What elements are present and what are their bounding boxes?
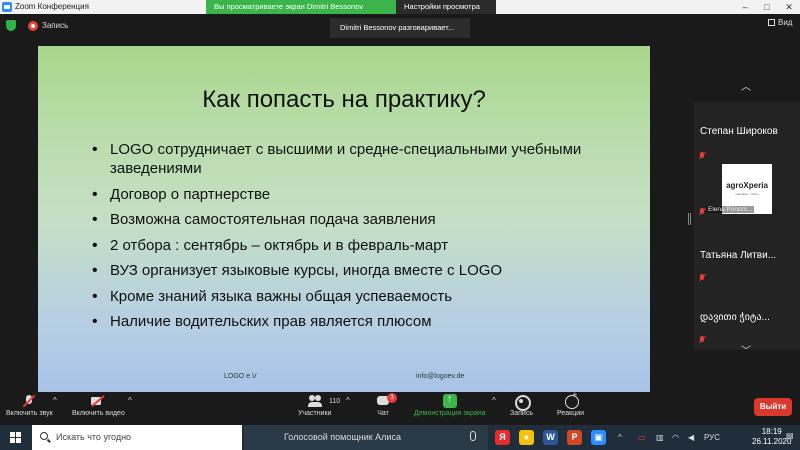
logo-text: agroXperia: [726, 181, 768, 190]
tray-overflow-caret[interactable]: ^: [618, 433, 622, 442]
zoom-taskbar-icon[interactable]: ▣: [591, 430, 606, 445]
chat-label: Чат: [377, 410, 389, 417]
view-label: Вид: [778, 18, 793, 27]
shield-icon[interactable]: [6, 20, 16, 31]
battery-icon[interactable]: ▭: [638, 433, 646, 442]
muted-mic-icon: [698, 274, 706, 282]
screen-share-banner: Вы просматриваете экран Dimitri Bessonov…: [206, 0, 496, 25]
yandex-browser-icon[interactable]: Я: [495, 430, 510, 445]
record-label: Запись: [510, 410, 533, 417]
participants-icon: [307, 394, 322, 408]
network-icon[interactable]: ▥: [656, 433, 664, 442]
participant-name: Elena Ponom...: [706, 206, 755, 213]
view-button[interactable]: Вид: [768, 18, 792, 27]
bullet-item: Договор о партнерстве: [92, 185, 616, 204]
start-video-label: Включить видео: [72, 410, 125, 417]
recording-label: Запись: [42, 21, 69, 30]
language-indicator[interactable]: РУС: [704, 433, 720, 442]
participants-label: Участники: [298, 410, 332, 417]
participants-panel: ︿ Степан Широков agroXperia education · f…: [694, 76, 800, 366]
participant-tile[interactable]: Татьяна Литви...: [694, 226, 800, 288]
share-options-caret[interactable]: ^: [492, 396, 496, 405]
muted-mic-icon: [698, 208, 706, 216]
panel-resize-handle[interactable]: [688, 213, 691, 225]
word-icon[interactable]: W: [543, 430, 558, 445]
microphone-icon[interactable]: [470, 431, 476, 441]
unmute-button[interactable]: Включить звук: [6, 394, 53, 417]
wifi-icon[interactable]: ◠: [672, 433, 679, 442]
share-status: Вы просматриваете экран Dimitri Bessonov: [206, 0, 396, 14]
search-placeholder: Искать что угодно: [56, 432, 132, 442]
leave-meeting-button[interactable]: Выйти: [754, 398, 792, 416]
slide-footer-email: info@logoev.de: [416, 373, 465, 380]
minimize-button[interactable]: –: [734, 0, 756, 14]
assistant-label: Голосовой помощник Алиса: [284, 432, 401, 442]
muted-mic-icon: [698, 336, 706, 344]
meeting-toolbar: Включить звук ^ Включить видео ^ Участни…: [0, 390, 800, 425]
bullet-item: Наличие водительских прав является плюсо…: [92, 312, 616, 331]
bullet-item: ВУЗ организует языковые курсы, иногда вм…: [92, 261, 616, 280]
share-screen-button[interactable]: Демонстрация экрана: [414, 393, 486, 417]
scroll-down-button[interactable]: ﹀: [736, 344, 756, 360]
grid-icon: [768, 19, 775, 26]
reactions-button[interactable]: Реакции: [557, 390, 585, 417]
participant-name: Степан Широков: [700, 126, 778, 137]
mic-muted-icon: [22, 394, 36, 408]
search-icon: [40, 432, 48, 440]
windows-start-icon[interactable]: [10, 432, 21, 443]
scroll-up-button[interactable]: ︿: [736, 80, 756, 96]
unmute-label: Включить звук: [6, 410, 53, 417]
video-options-caret[interactable]: ^: [128, 396, 132, 405]
taskbar-search-input[interactable]: Искать что угодно: [32, 425, 242, 450]
reactions-label: Реакции: [557, 410, 585, 417]
active-speaker-label: Dimitri Bessonov разговаривает...: [330, 18, 470, 38]
record-icon: [28, 21, 38, 31]
bullet-item: Возможна самостоятельная подача заявлени…: [92, 210, 616, 229]
shared-slide: Как попасть на практику? LOGO сотруднича…: [38, 46, 650, 392]
share-screen-label: Демонстрация экрана: [414, 410, 486, 417]
powerpoint-icon[interactable]: P: [567, 430, 582, 445]
record-icon: [514, 394, 532, 411]
logo-subtext: education · future: [735, 192, 759, 196]
bullet-item: Кроме знаний языка важны общая успеваемо…: [92, 287, 616, 306]
participant-tile[interactable]: agroXperia education · future Elena Ponom…: [694, 164, 800, 226]
view-options-button[interactable]: Настройки просмотра ⌄: [396, 0, 496, 25]
chat-unread-badge: 3: [387, 393, 397, 403]
share-screen-icon: [442, 393, 457, 408]
reactions-icon: [564, 390, 579, 409]
windows-taskbar: Искать что угодно Голосовой помощник Али…: [0, 425, 800, 450]
participants-caret[interactable]: ^: [346, 396, 350, 405]
start-video-button[interactable]: Включить видео: [72, 394, 125, 417]
participant-tile[interactable]: დავითი ჭიტა...: [694, 288, 800, 350]
slide-title: Как попасть на практику?: [202, 86, 486, 113]
muted-mic-icon: [698, 152, 706, 160]
participant-name: დავითი ჭიტა...: [700, 312, 770, 323]
volume-icon[interactable]: ◀: [688, 433, 694, 442]
chrome-icon[interactable]: ●: [519, 430, 534, 445]
bullet-item: LOGO сотрудничает с высшими и средне-спе…: [92, 140, 616, 178]
audio-options-caret[interactable]: ^: [53, 396, 57, 405]
record-button[interactable]: Запись: [510, 394, 533, 417]
participants-count: 110: [329, 398, 341, 405]
participant-tile[interactable]: Степан Широков: [694, 102, 800, 164]
alice-assistant-bar[interactable]: Голосовой помощник Алиса: [244, 425, 488, 450]
zoom-app-icon: [2, 2, 12, 12]
close-button[interactable]: ✕: [778, 0, 800, 14]
participant-name: Татьяна Литви...: [700, 250, 777, 261]
notifications-icon[interactable]: ▤: [786, 431, 794, 440]
bullet-item: 2 отбора : сентябрь – октябрь и в феврал…: [92, 236, 616, 255]
video-off-icon: [91, 394, 105, 408]
slide-bullets: LOGO сотрудничает с высшими и средне-спе…: [92, 140, 616, 338]
maximize-button[interactable]: □: [756, 0, 778, 14]
participants-button[interactable]: Участники: [298, 394, 331, 417]
slide-footer-org: LOGO e.V: [224, 373, 257, 380]
window-title: Zoom Конференция: [15, 2, 89, 11]
